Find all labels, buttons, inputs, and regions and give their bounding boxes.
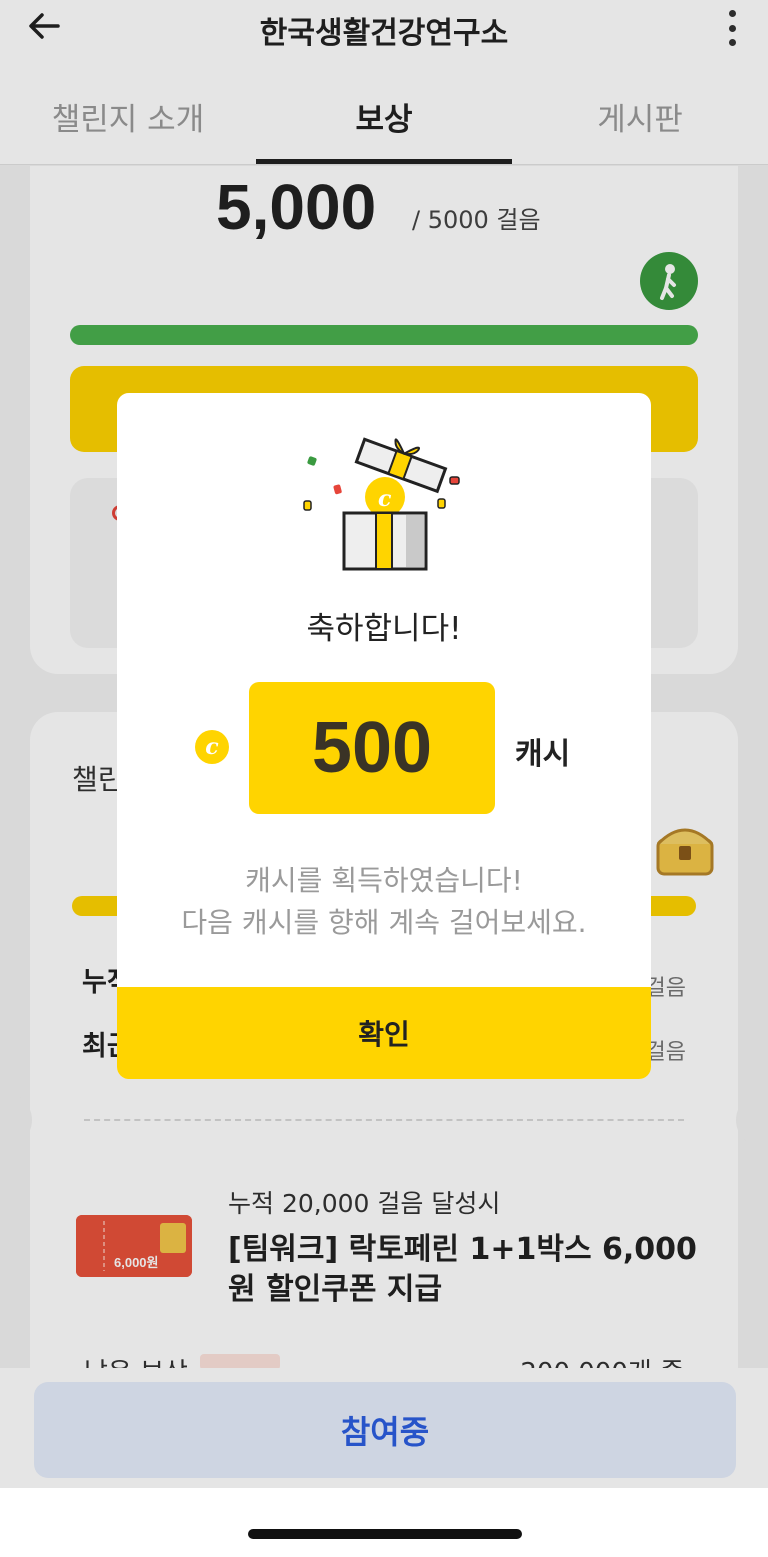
congrats-title: 축하합니다! xyxy=(306,611,462,647)
gift-box-icon: c xyxy=(300,435,470,575)
cash-unit: 캐시 xyxy=(515,737,571,772)
cash-coin-icon: c xyxy=(195,730,229,764)
modal-message-line1: 캐시를 획득하였습니다! xyxy=(245,864,523,897)
svg-text:c: c xyxy=(378,486,392,512)
cash-amount: 500 xyxy=(249,682,495,814)
reward-modal: c 축하합니다! c 500 캐시 캐시를 획득하였습니다! 다음 캐시를 향해… xyxy=(117,393,651,1079)
safe-area xyxy=(0,1488,768,1557)
home-indicator[interactable] xyxy=(248,1529,522,1539)
modal-message-line2: 다음 캐시를 향해 계속 걸어보세요. xyxy=(181,906,587,939)
confirm-button[interactable]: 확인 xyxy=(117,987,651,1079)
